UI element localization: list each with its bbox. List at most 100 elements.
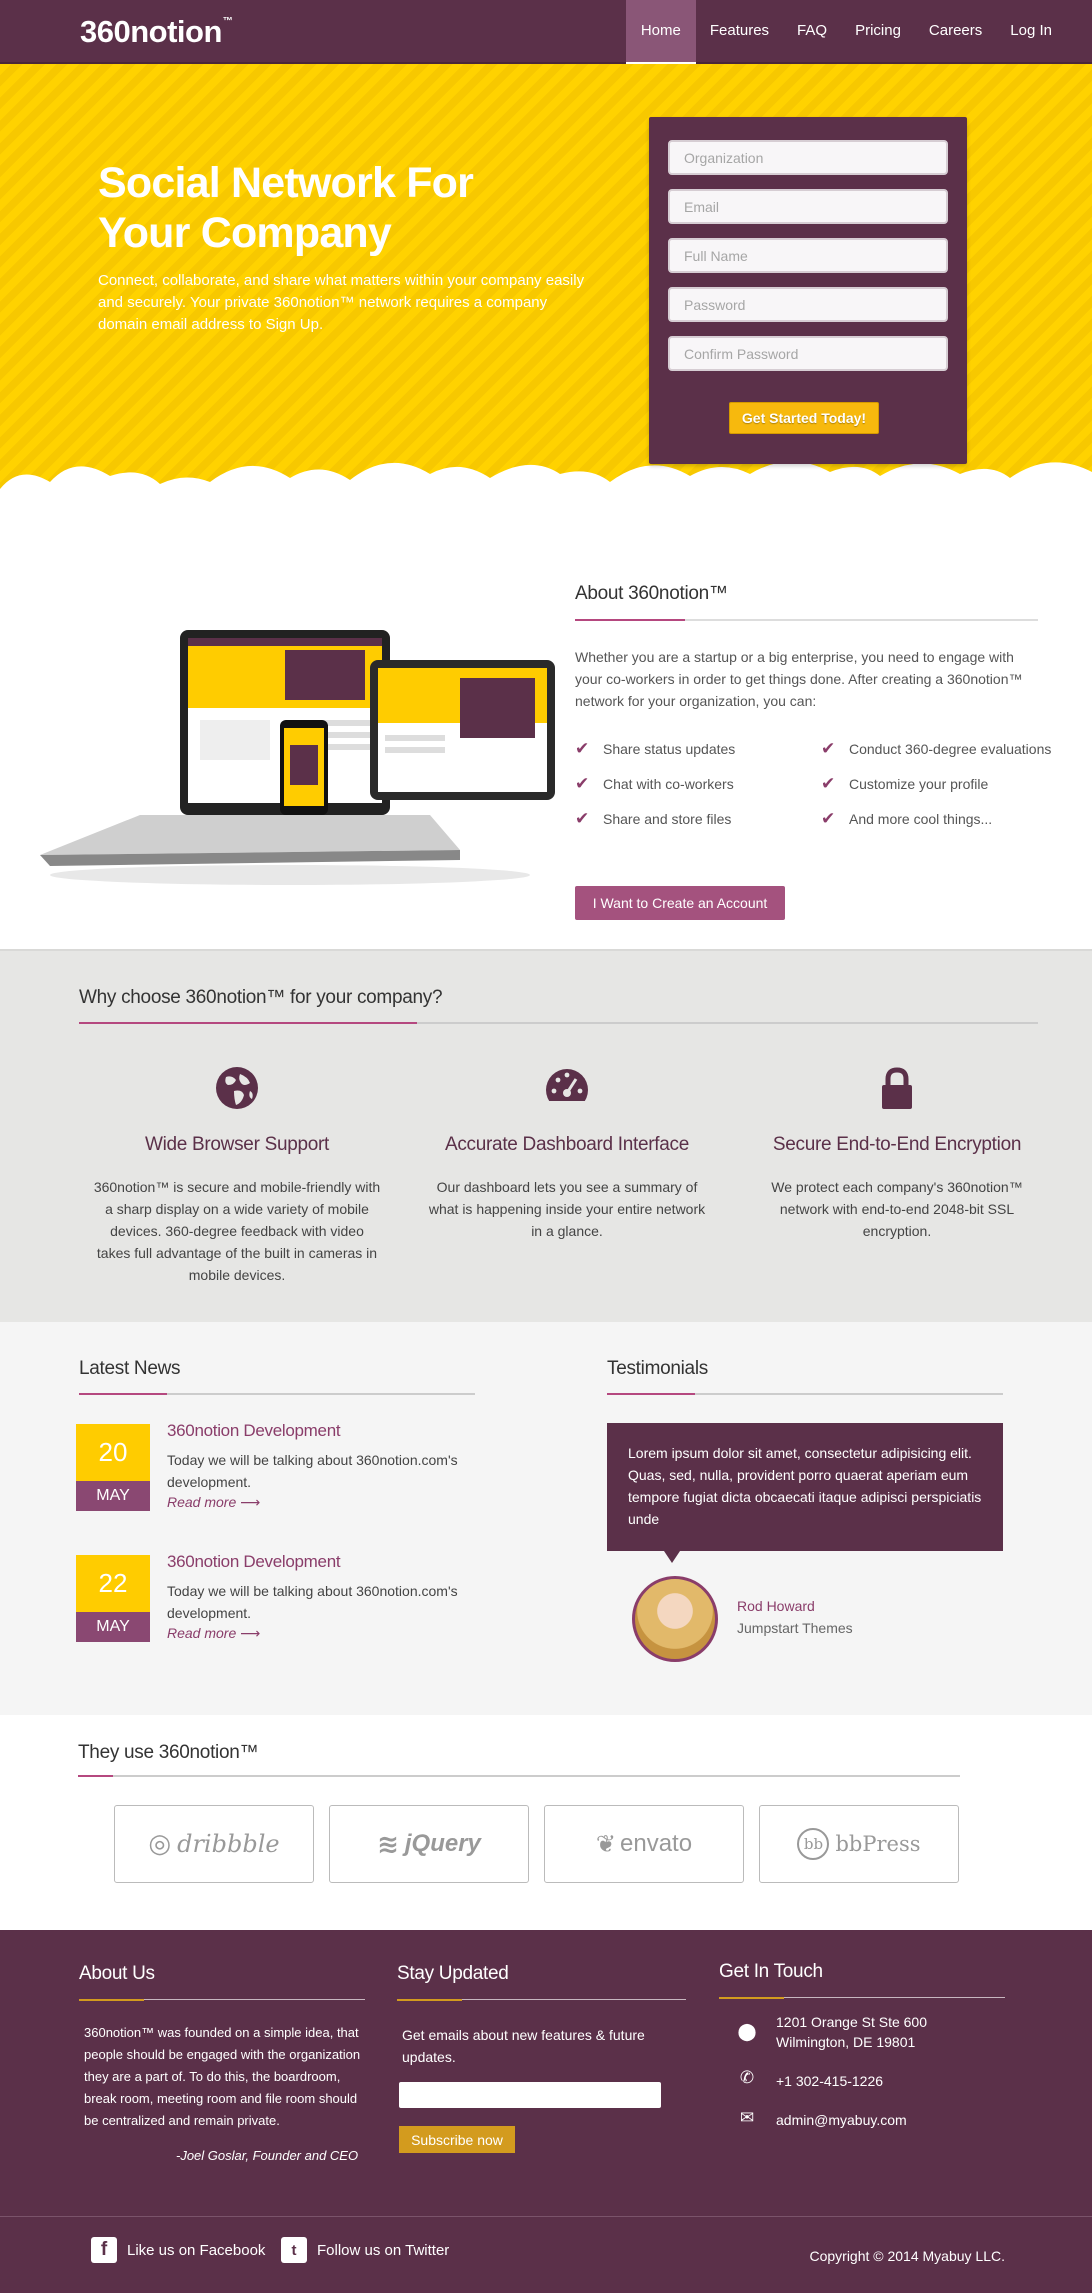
page: 360notion™ Home Features FAQ Pricing Car… — [0, 0, 1092, 2293]
about-item-label: And more cool things... — [849, 811, 993, 827]
devices-illustration — [40, 630, 555, 885]
about-item-label: Customize your profile — [849, 776, 989, 792]
news-text: Today we will be talking about 360notion… — [167, 1452, 458, 1490]
news-title: Latest News — [79, 1358, 181, 1379]
main-nav: Home Features FAQ Pricing Careers Log In — [625, 0, 1066, 64]
logo-text: 360notion — [80, 14, 222, 49]
footer-stay-title: Stay Updated — [397, 1963, 509, 1984]
nav-careers[interactable]: Careers — [915, 0, 996, 64]
client-logo-label: dribbble — [177, 1830, 280, 1858]
about-title-rule — [575, 619, 1038, 621]
about-item: ✔ Conduct 360-degree evaluations — [821, 738, 1075, 760]
about-item-label: Share status updates — [603, 741, 736, 757]
logo-tm: ™ — [222, 16, 233, 27]
client-logo-dribbble: ◎ dribbble — [114, 1805, 314, 1883]
check-icon: ✔ — [575, 739, 590, 758]
nav-home[interactable]: Home — [625, 0, 696, 64]
news-day: 20 — [76, 1424, 150, 1481]
about-item: ✔ And more cool things... — [821, 808, 1075, 830]
subscribe-button[interactable]: Subscribe now — [399, 2126, 515, 2153]
check-icon: ✔ — [821, 809, 836, 828]
news-text: Today we will be talking about 360notion… — [167, 1583, 458, 1621]
read-more-link[interactable]: Read more ⟶ — [167, 1494, 260, 1511]
feature-browser-support: Wide Browser Support 360notion™ is secur… — [92, 1065, 382, 1286]
feature-dashboard: Accurate Dashboard Interface Our dashboa… — [422, 1065, 712, 1242]
top-navbar: 360notion™ Home Features FAQ Pricing Car… — [0, 0, 1092, 64]
footer-stay-text: Get emails about new features & future u… — [402, 2027, 645, 2065]
about-feature-list: ✔ Share status updates ✔ Conduct 360-degre… — [575, 738, 1075, 830]
footer-rule — [397, 1999, 686, 2001]
nav-login[interactable]: Log In — [996, 0, 1066, 64]
envelope-icon: ✉ — [739, 2108, 755, 2127]
feature-text: 360notion™ is secure and mobile-friendly… — [93, 1179, 381, 1283]
news-day: 22 — [76, 1555, 150, 1612]
about-item-label: Conduct 360-degree evaluations — [849, 741, 1052, 757]
dashboard-icon — [546, 1069, 588, 1111]
about-item: ✔ Customize your profile — [821, 773, 1075, 795]
facebook-link[interactable]: f Like us on Facebook — [91, 2237, 265, 2263]
signup-form: Get Started Today! — [649, 117, 967, 464]
feature-title: Secure End-to-End Encryption — [772, 1134, 1022, 1155]
globe-icon — [216, 1067, 258, 1109]
news-month: MAY — [76, 1481, 150, 1511]
why-title-rule — [79, 1022, 1038, 1024]
testimonial-company: Jumpstart Themes — [737, 1620, 853, 1636]
testimonial-quote: Lorem ipsum dolor sit amet, consectetur … — [607, 1423, 1003, 1563]
footer-divider — [0, 2216, 1092, 2217]
twitter-label: Follow us on Twitter — [317, 2241, 450, 2259]
feature-title: Wide Browser Support — [144, 1134, 330, 1155]
logo[interactable]: 360notion™ — [80, 14, 233, 50]
nav-features[interactable]: Features — [696, 0, 783, 64]
news-heading[interactable]: 360notion Development — [167, 1421, 341, 1441]
testimonials-title-rule — [607, 1393, 1003, 1395]
create-account-button[interactable]: I Want to Create an Account — [575, 886, 785, 920]
nav-faq[interactable]: FAQ — [783, 0, 841, 64]
check-icon: ✔ — [821, 774, 836, 793]
why-title: Why choose 360notion™ for your company? — [79, 987, 443, 1008]
organization-input[interactable] — [668, 140, 948, 175]
testimonials-title: Testimonials — [607, 1358, 708, 1379]
footer-address-line1: 1201 Orange St Ste 600 — [776, 2014, 927, 2030]
footer-phone: +1 302-415-1226 — [776, 2073, 884, 2089]
subscribe-email-input[interactable] — [399, 2082, 661, 2108]
fullname-input[interactable] — [668, 238, 948, 273]
footer-email[interactable]: admin@myabuy.com — [776, 2110, 907, 2130]
footer-rule — [79, 1999, 365, 2001]
footer-about-author: -Joel Goslar, Founder and CEO — [176, 2148, 359, 2163]
about-title: About 360notion™ — [575, 583, 728, 604]
footer-touch-title: Get In Touch — [719, 1961, 823, 1982]
nav-pricing[interactable]: Pricing — [841, 0, 915, 64]
news-date: 22 MAY — [76, 1555, 150, 1642]
feature-text: Our dashboard lets you see a summary of … — [428, 1179, 706, 1239]
check-icon: ✔ — [821, 739, 836, 758]
testimonial-name: Rod Howard — [737, 1598, 815, 1614]
phone-icon: ✆ — [739, 2068, 755, 2087]
twitter-icon: t — [281, 2237, 307, 2263]
about-item: ✔ Share status updates — [575, 738, 821, 760]
lock-icon — [882, 1067, 912, 1109]
about-item-label: Chat with co-workers — [603, 776, 734, 792]
get-started-button[interactable]: Get Started Today! — [729, 402, 879, 434]
hero-title: Social Network For Your Company — [98, 159, 474, 257]
email-input[interactable] — [668, 189, 948, 224]
footer-about-text: 360notion™ was founded on a simple idea,… — [84, 2025, 361, 2128]
news-heading[interactable]: 360notion Development — [167, 1552, 341, 1572]
footer-about-title: About Us — [79, 1963, 155, 1984]
client-logo-label: jQuery — [404, 1830, 481, 1857]
feature-text: We protect each company's 360notion™ net… — [771, 1179, 1023, 1239]
feature-title: Accurate Dashboard Interface — [444, 1134, 690, 1155]
news-month: MAY — [76, 1612, 150, 1642]
client-logo-envato: ❦ envato — [544, 1805, 744, 1883]
twitter-link[interactable]: t Follow us on Twitter — [281, 2237, 449, 2263]
read-more-link[interactable]: Read more ⟶ — [167, 1625, 260, 1642]
confirm-password-input[interactable] — [668, 336, 948, 371]
password-input[interactable] — [668, 287, 948, 322]
hero-description: Connect, collaborate, and share what mat… — [98, 272, 585, 333]
news-title-rule — [79, 1393, 475, 1395]
client-logo-bbpress: bb bbPress — [759, 1805, 959, 1883]
about-text: Whether you are a startup or a big enter… — [575, 649, 1023, 709]
clients-title-rule — [78, 1775, 960, 1777]
facebook-icon: f — [91, 2237, 117, 2263]
about-item: ✔ Chat with co-workers — [575, 773, 821, 795]
about-item: ✔ Share and store files — [575, 808, 821, 830]
